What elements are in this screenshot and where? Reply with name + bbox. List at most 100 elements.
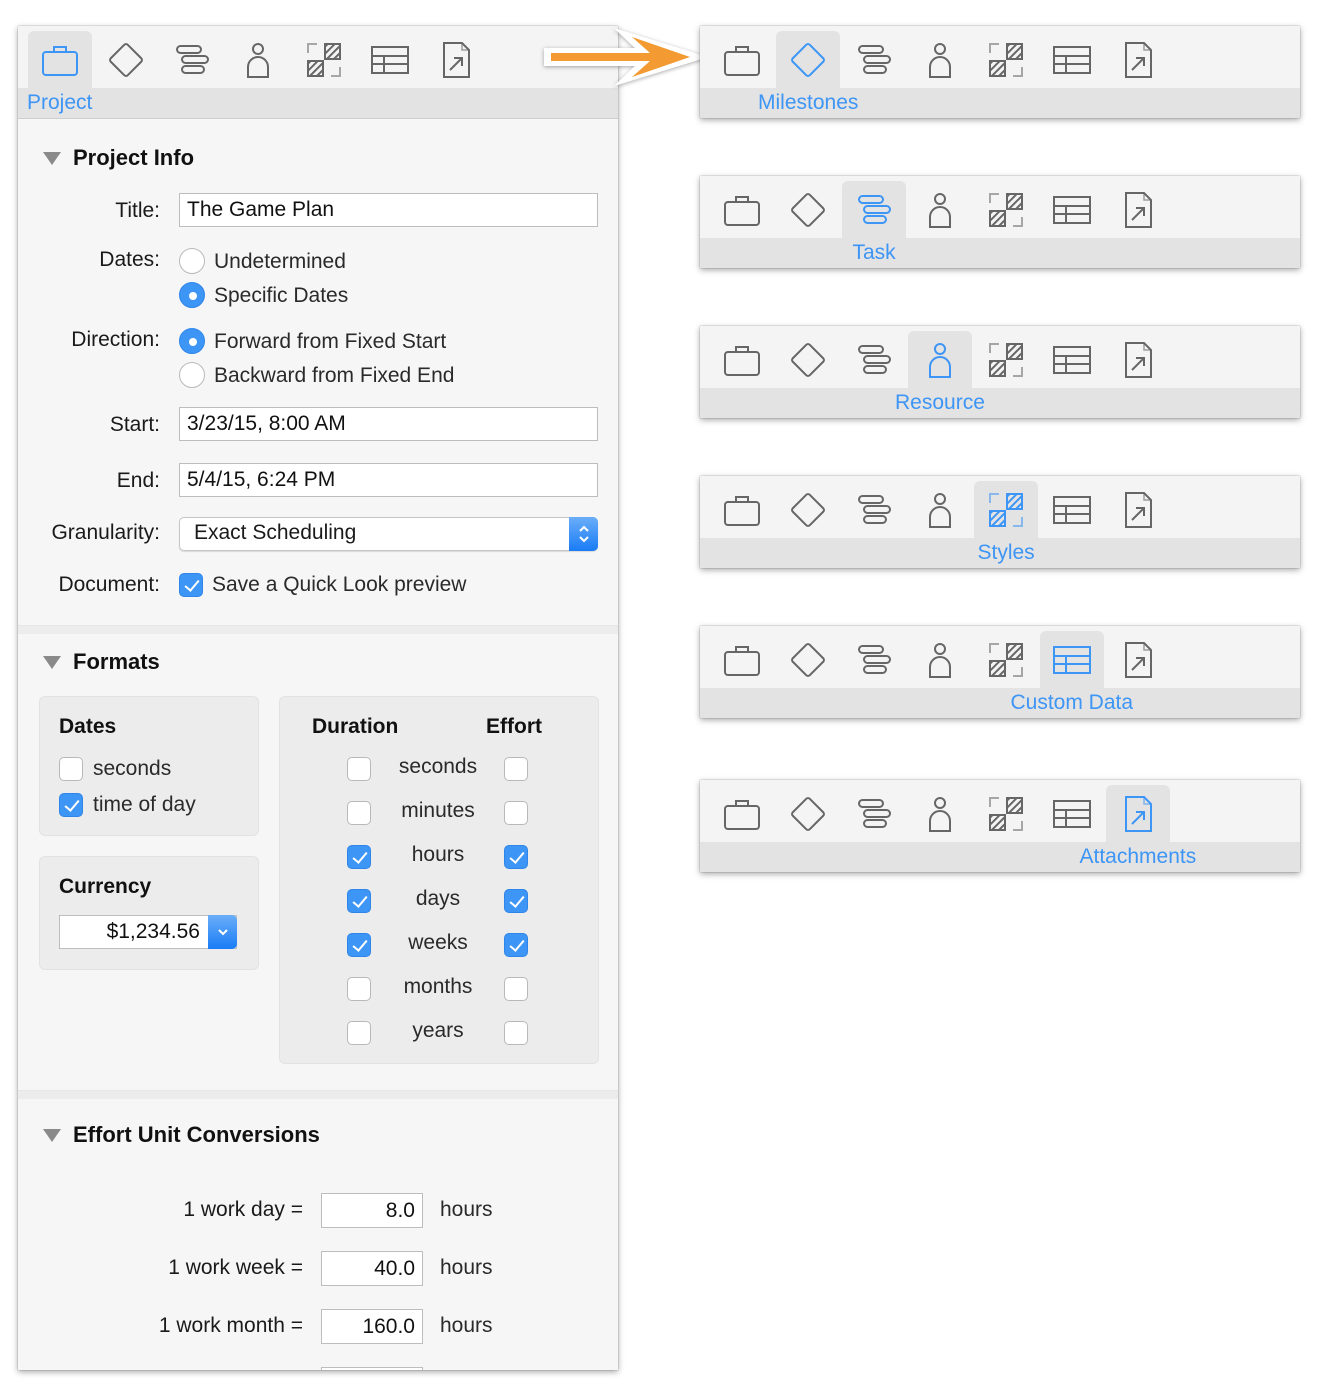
tab-milestones[interactable] [776, 481, 840, 538]
tab-resource[interactable] [908, 331, 972, 388]
effort-seconds-checkbox[interactable] [504, 757, 528, 781]
task-bars-icon [858, 344, 891, 374]
tab-project[interactable] [28, 31, 92, 88]
project-info-section: Project Info Title: Dates: Undetermined … [18, 119, 618, 625]
tab-task[interactable] [842, 31, 906, 88]
dates-time-of-day-checkbox[interactable] [59, 793, 83, 817]
milestone-diamond-icon [791, 42, 825, 77]
title-field[interactable] [179, 193, 598, 227]
effort-hours-checkbox[interactable] [504, 845, 528, 869]
tab-project[interactable] [710, 181, 774, 238]
conversion-unit: hours [440, 1256, 493, 1279]
tab-attachments[interactable] [1106, 481, 1170, 538]
unit-label: hours [411, 843, 465, 866]
duration-hours-checkbox[interactable] [347, 845, 371, 869]
disclosure-triangle-icon[interactable] [43, 152, 61, 165]
disclosure-triangle-icon[interactable] [43, 656, 61, 669]
tab-custom-data[interactable] [1040, 31, 1104, 88]
effort-days-checkbox[interactable] [504, 889, 528, 913]
tab-resource[interactable] [908, 481, 972, 538]
tab-attachments[interactable] [1106, 181, 1170, 238]
tab-attachments[interactable] [1106, 785, 1170, 842]
duration-days-checkbox[interactable] [347, 889, 371, 913]
duration-months-checkbox[interactable] [347, 977, 371, 1001]
conversion-value-field[interactable] [321, 1251, 423, 1286]
chevron-down-icon[interactable] [208, 915, 237, 949]
tab-custom-data[interactable] [1040, 785, 1104, 842]
effort-years-checkbox[interactable] [504, 1021, 528, 1045]
duration-minutes-checkbox[interactable] [347, 801, 371, 825]
tab-styles[interactable] [974, 785, 1038, 842]
end-label: End: [116, 469, 160, 492]
tab-project[interactable] [710, 331, 774, 388]
resource-person-icon [929, 796, 951, 832]
tab-milestones[interactable] [776, 785, 840, 842]
task-bars-icon [858, 194, 891, 224]
tab-styles[interactable] [974, 331, 1038, 388]
tab-custom-data[interactable] [1040, 331, 1104, 388]
tab-project[interactable] [710, 31, 774, 88]
radio-undetermined[interactable] [179, 248, 205, 274]
tab-task[interactable] [842, 331, 906, 388]
tab-styles[interactable] [974, 481, 1038, 538]
tab-custom-data[interactable] [1040, 181, 1104, 238]
radio-label-specific-dates: Specific Dates [214, 284, 349, 307]
radio-specific-dates[interactable] [179, 282, 205, 308]
conversion-row: 1 work year =hours [18, 1367, 618, 1370]
attachment-document-icon [1125, 191, 1152, 228]
up-down-chevron-icon[interactable] [569, 517, 598, 551]
dates-seconds-checkbox[interactable] [59, 757, 83, 781]
tab-resource[interactable] [908, 31, 972, 88]
tab-project[interactable] [710, 631, 774, 688]
conversion-value-field[interactable] [321, 1193, 423, 1228]
tab-milestones[interactable] [776, 31, 840, 88]
radio-forward-from-fixed-start[interactable] [179, 328, 205, 354]
tab-milestones[interactable] [94, 31, 158, 88]
tab-styles[interactable] [974, 181, 1038, 238]
tab-task[interactable] [842, 481, 906, 538]
duration-seconds-checkbox[interactable] [347, 757, 371, 781]
tab-custom-data[interactable] [1040, 631, 1104, 688]
effort-minutes-checkbox[interactable] [504, 801, 528, 825]
milestone-diamond-icon [791, 796, 825, 831]
tab-task[interactable] [842, 631, 906, 688]
resource-person-icon [929, 42, 951, 78]
duration-weeks-checkbox[interactable] [347, 933, 371, 957]
start-date-field[interactable] [179, 407, 598, 441]
tab-project[interactable] [710, 481, 774, 538]
tab-task[interactable] [160, 31, 224, 88]
tab-custom-data[interactable] [358, 31, 422, 88]
tab-milestones[interactable] [776, 181, 840, 238]
tab-styles[interactable] [292, 31, 356, 88]
disclosure-triangle-icon[interactable] [43, 1129, 61, 1142]
effort-weeks-checkbox[interactable] [504, 933, 528, 957]
tab-attachments[interactable] [1106, 31, 1170, 88]
tab-styles[interactable] [974, 31, 1038, 88]
unit-label: years [412, 1019, 464, 1042]
quicklook-checkbox[interactable] [179, 573, 203, 597]
tab-attachments[interactable] [424, 31, 488, 88]
custom-data-table-icon [1053, 495, 1091, 524]
tab-milestones[interactable] [776, 331, 840, 388]
tab-project[interactable] [710, 785, 774, 842]
tab-resource[interactable] [908, 181, 972, 238]
duration-years-checkbox[interactable] [347, 1021, 371, 1045]
tab-milestones[interactable] [776, 631, 840, 688]
tab-task[interactable] [842, 785, 906, 842]
granularity-popup[interactable]: Exact Scheduling [179, 517, 598, 551]
duration-effort-format-group: Duration Effort seconds minutes hours days w… [279, 696, 599, 1064]
end-date-field[interactable] [179, 463, 598, 497]
conversion-value-field[interactable] [321, 1309, 423, 1344]
attachment-document-icon [1125, 641, 1152, 678]
conversion-value-field[interactable] [321, 1367, 423, 1370]
tab-task[interactable] [842, 181, 906, 238]
tab-resource[interactable] [908, 785, 972, 842]
tab-resource[interactable] [908, 631, 972, 688]
tab-resource[interactable] [226, 31, 290, 88]
tab-attachments[interactable] [1106, 331, 1170, 388]
tab-styles[interactable] [974, 631, 1038, 688]
radio-backward-from-fixed-end[interactable] [179, 362, 205, 388]
tab-attachments[interactable] [1106, 631, 1170, 688]
effort-months-checkbox[interactable] [504, 977, 528, 1001]
tab-custom-data[interactable] [1040, 481, 1104, 538]
